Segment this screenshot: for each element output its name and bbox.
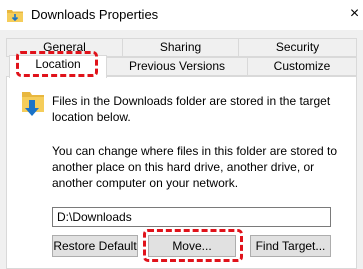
move-button[interactable]: Move... bbox=[148, 235, 236, 257]
find-target-button[interactable]: Find Target... bbox=[250, 235, 331, 257]
title-bar: Downloads Properties × bbox=[0, 0, 363, 30]
location-path-input[interactable]: D:\Downloads bbox=[52, 207, 331, 227]
restore-default-button[interactable]: Restore Default bbox=[52, 235, 138, 257]
location-description: Files in the Downloads folder are stored… bbox=[52, 94, 331, 124]
tab-customize[interactable]: Customize bbox=[247, 57, 357, 76]
folder-icon bbox=[7, 10, 23, 22]
tab-security[interactable]: Security bbox=[238, 38, 357, 57]
tab-previous-versions[interactable]: Previous Versions bbox=[106, 57, 248, 76]
close-button[interactable]: × bbox=[346, 3, 363, 25]
downloads-folder-icon bbox=[22, 92, 44, 116]
tab-location[interactable]: Location bbox=[9, 55, 107, 78]
move-instructions: You can change where files in this folde… bbox=[52, 144, 338, 190]
window-title: Downloads Properties bbox=[31, 7, 159, 22]
tab-sharing[interactable]: Sharing bbox=[122, 38, 239, 57]
